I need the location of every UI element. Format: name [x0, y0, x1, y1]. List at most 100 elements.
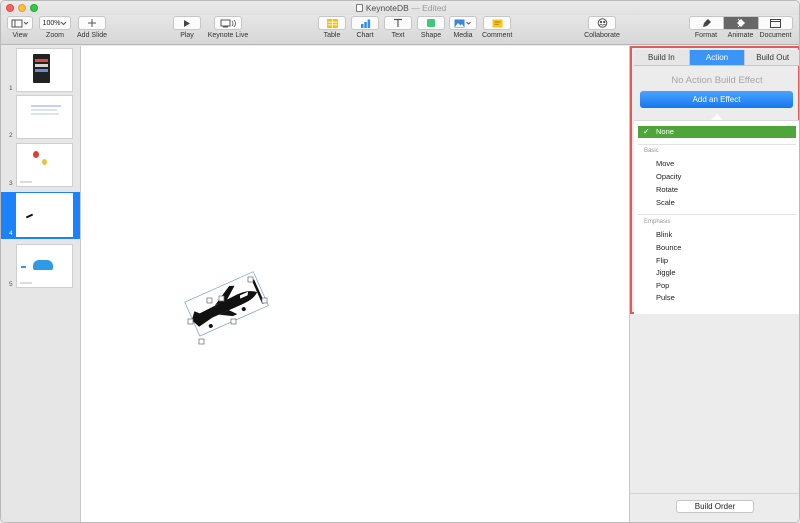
slide-number: 4	[9, 230, 13, 237]
slide-thumbnail-1[interactable]: 1	[1, 47, 80, 94]
shape-icon	[427, 19, 435, 27]
text-button[interactable]: Text	[384, 16, 412, 39]
effect-item-blink[interactable]: Blink	[656, 230, 672, 239]
add-effect-button[interactable]: Add an Effect	[640, 91, 793, 108]
media-icon	[454, 19, 471, 27]
add-slide-label: Add Slide	[77, 32, 107, 39]
slide-navigator: 1 2 3 4 5	[1, 46, 81, 522]
text-icon	[394, 18, 402, 27]
action-panel-highlight: Build In Action Build Out No Action Buil…	[630, 46, 799, 314]
divider	[638, 144, 796, 145]
slide-number: 2	[9, 132, 13, 139]
chart-button[interactable]: Chart	[351, 16, 379, 39]
slide-thumbnail-2[interactable]: 2	[1, 94, 80, 141]
effect-item-flip[interactable]: Flip	[656, 256, 668, 265]
slide-thumbnail-4[interactable]: 4	[1, 192, 80, 239]
shape-button[interactable]: Shape	[417, 16, 445, 39]
view-button[interactable]: View	[7, 16, 33, 39]
slide-number: 3	[9, 180, 13, 187]
table-icon	[326, 18, 338, 28]
keynote-live-label: Keynote Live	[207, 32, 249, 39]
slide-number: 5	[9, 281, 13, 288]
animate-tab-button[interactable]	[723, 17, 758, 29]
effect-item-jiggle[interactable]: Jiggle	[656, 268, 676, 277]
keynote-window: KeynoteDB — Edited View 100% Zoom Add Sl…	[0, 0, 800, 523]
no-effect-message: No Action Build Effect	[671, 75, 763, 86]
slide-preview	[16, 193, 73, 237]
slide-preview	[16, 244, 73, 288]
effect-item-scale[interactable]: Scale	[656, 198, 675, 207]
group-header-emphasis: Emphasis	[644, 219, 671, 225]
zoom-value: 100%	[42, 19, 61, 27]
divider	[638, 214, 796, 215]
effect-item-none[interactable]: ✓ None	[638, 126, 796, 138]
format-tab-button[interactable]	[690, 17, 724, 29]
table-label: Table	[323, 32, 341, 39]
build-tabs: Build In Action Build Out	[634, 50, 799, 66]
paintbrush-icon	[702, 19, 711, 27]
play-button[interactable]: Play	[173, 16, 201, 39]
group-header-basic: Basic	[644, 148, 659, 154]
format-label: Format	[694, 32, 718, 39]
effect-item-bounce[interactable]: Bounce	[656, 243, 681, 252]
collaborate-label: Collaborate	[584, 32, 620, 39]
play-icon	[184, 19, 190, 27]
play-label: Play	[180, 32, 194, 39]
chart-icon	[360, 19, 370, 28]
slide-number: 1	[9, 85, 13, 92]
build-order-button[interactable]: Build Order	[676, 500, 754, 513]
document-label: Document	[759, 32, 792, 39]
effects-menu: ✓ None Basic Move Opacity Rotate Scale Em…	[634, 120, 799, 314]
tab-build-out[interactable]: Build Out	[744, 50, 799, 65]
keynote-live-button[interactable]: Keynote Live	[206, 16, 250, 39]
slide-canvas[interactable]	[81, 46, 629, 523]
document-name: KeynoteDB	[365, 3, 409, 13]
edited-status: — Edited	[411, 3, 447, 13]
media-label: Media	[453, 32, 473, 39]
shape-label: Shape	[420, 32, 442, 39]
checkmark-icon: ✓	[643, 127, 650, 136]
collaborate-icon	[597, 18, 607, 28]
text-label: Text	[391, 32, 405, 39]
effect-item-opacity[interactable]: Opacity	[656, 172, 681, 181]
effect-label: None	[656, 127, 674, 136]
document-tab-button[interactable]	[757, 17, 792, 29]
inspector-mode-control: Format Animate Document	[689, 16, 793, 39]
comment-icon	[492, 19, 502, 27]
zoom-label: Zoom	[46, 32, 64, 39]
media-button[interactable]: Media	[448, 16, 478, 39]
tab-action[interactable]: Action	[688, 50, 745, 65]
tab-build-in[interactable]: Build In	[634, 50, 689, 65]
animate-diamond-icon	[736, 18, 745, 28]
chart-label: Chart	[356, 32, 374, 39]
effect-item-rotate[interactable]: Rotate	[656, 185, 678, 194]
comment-label: Comment	[482, 32, 513, 39]
plus-icon	[88, 19, 96, 27]
comment-button[interactable]: Comment	[482, 16, 512, 39]
slide-preview	[16, 143, 73, 187]
zoom-menu[interactable]: 100% Zoom	[39, 16, 71, 39]
slide-thumbnail-5[interactable]: 5	[1, 243, 80, 290]
airplane-image[interactable]	[81, 46, 629, 523]
effect-item-pulse[interactable]: Pulse	[656, 293, 675, 302]
document-panel-icon	[769, 18, 781, 28]
toolbar: View 100% Zoom Add Slide Play Keynote Li…	[1, 15, 799, 45]
animate-label: Animate	[727, 32, 754, 39]
slide-preview	[16, 95, 73, 139]
document-icon	[355, 4, 363, 12]
chevron-down-icon	[61, 21, 67, 26]
table-button[interactable]: Table	[318, 16, 346, 39]
view-label: View	[12, 32, 28, 39]
slide-preview	[16, 48, 73, 92]
add-slide-button[interactable]: Add Slide	[77, 16, 107, 39]
window-title: KeynoteDB — Edited	[1, 3, 799, 13]
title-bar: KeynoteDB — Edited	[1, 1, 799, 15]
effect-item-move[interactable]: Move	[656, 159, 674, 168]
keynote-live-icon	[220, 19, 236, 27]
effect-item-pop[interactable]: Pop	[656, 281, 669, 290]
divider	[630, 493, 799, 494]
slide-thumbnail-3[interactable]: 3	[1, 142, 80, 189]
collaborate-button[interactable]: Collaborate	[584, 16, 620, 39]
view-icon	[11, 19, 29, 27]
animate-inspector: Build In Action Build Out No Action Buil…	[629, 46, 799, 522]
